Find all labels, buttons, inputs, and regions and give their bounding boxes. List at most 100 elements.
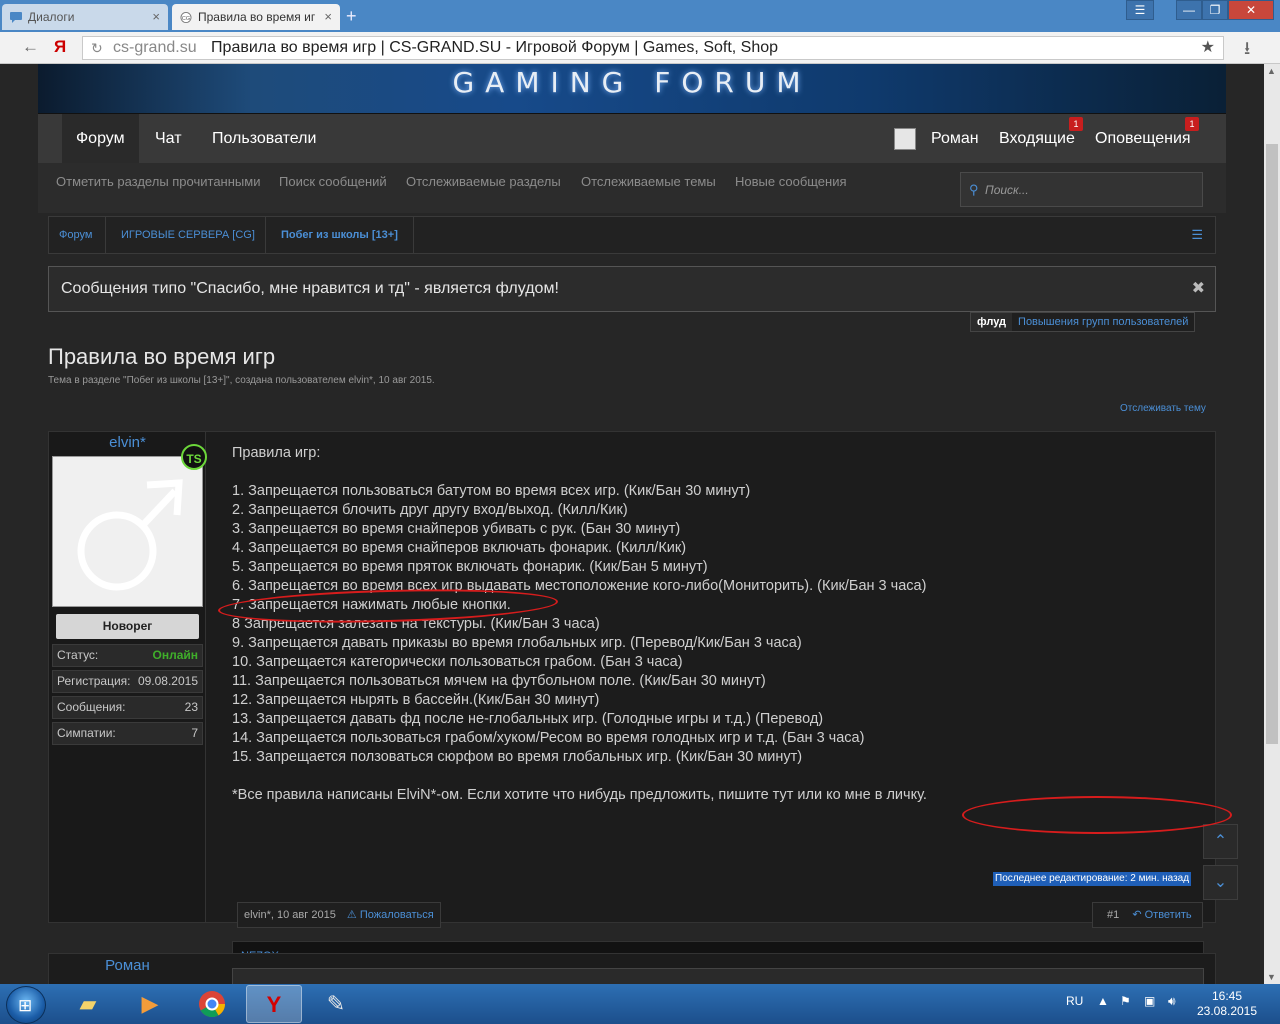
main-nav: Форум Чат Пользователи Роман Входящие 1 … [38, 113, 1226, 164]
male-symbol-icon [77, 479, 183, 591]
nav-alerts[interactable]: Оповещения [1095, 114, 1191, 164]
search-placeholder: Поиск... [985, 183, 1029, 197]
post-date[interactable]: elvin*, 10 авг 2015 [244, 909, 336, 921]
search-icon: ⚲ [969, 182, 979, 197]
subnav-mark-read[interactable]: Отметить разделы прочитанными [56, 174, 260, 189]
show-hidden-icons-icon[interactable]: ▲ [1097, 994, 1109, 1008]
nav-users[interactable]: Пользователи [212, 114, 316, 164]
subnav-search-messages[interactable]: Поиск сообщений [279, 174, 387, 189]
tab-rules[interactable]: CG Правила во время иг × [172, 4, 340, 30]
yandex-browser-icon[interactable]: Y [246, 985, 302, 1023]
breadcrumb-game-servers[interactable]: ИГРОВЫЕ СЕРВЕРА [CG] [121, 217, 255, 253]
address-bar: ← Я ↻ cs-grand.su Правила во время игр |… [0, 32, 1280, 64]
stat-likes: Симпатии: 7 [52, 722, 203, 745]
notice-text: Сообщения типо "Спасибо, мне нравится и … [61, 280, 559, 297]
subnav-watched-threads[interactable]: Отслеживаемые темы [581, 174, 716, 189]
browser-menu-button[interactable]: ☰ [1126, 0, 1154, 20]
explorer-icon[interactable]: ▰ [60, 985, 116, 1023]
downloads-icon[interactable]: ⭳ [1244, 36, 1250, 66]
breadcrumb: Форум ИГРОВЫЕ СЕРВЕРА [CG] Побег из школ… [48, 216, 1216, 254]
chrome-icon[interactable] [184, 985, 240, 1023]
scroll-up-button[interactable]: ⌃ [1203, 824, 1238, 859]
site-banner[interactable]: GAMING FORUM [38, 64, 1226, 113]
tab-label: Диалоги [28, 10, 75, 24]
alerts-count-badge: 1 [1185, 117, 1199, 131]
stat-value: 09.08.2015 [137, 674, 198, 688]
nav-forum[interactable]: Форум [62, 114, 139, 164]
stat-status: Статус: Онлайн [52, 644, 203, 667]
chat-icon [10, 12, 22, 23]
taskbar: ⊞ ▰ ▶ Y ✎ RU ▲ ⚑ ▣ 🔊︎ 16:45 23.08.2015 [0, 984, 1280, 1024]
back-arrow-icon[interactable]: ← [22, 37, 39, 57]
new-tab-button[interactable]: + [346, 6, 357, 27]
reload-icon[interactable]: ↻ [91, 37, 103, 59]
editor-toolbar[interactable] [232, 968, 1204, 984]
action-center-flag-icon[interactable]: ⚑ [1120, 994, 1131, 1008]
user-rank-badge: Новорег [56, 614, 199, 639]
reply-arrow-icon: ↶ [1132, 909, 1142, 921]
maximize-button[interactable]: ❐ [1202, 0, 1228, 20]
clock-date: 23.08.2015 [1196, 1004, 1258, 1018]
account-avatar[interactable] [894, 128, 916, 150]
url-input[interactable]: ↻ cs-grand.su Правила во время игр | CS-… [82, 36, 1224, 60]
rule-item: 2. Запрещается блочить друг другу вход/в… [232, 502, 628, 518]
scroll-down-button[interactable]: ⌄ [1203, 865, 1238, 900]
start-button[interactable]: ⊞ [6, 986, 46, 1024]
system-clock[interactable]: 16:45 23.08.2015 [1196, 989, 1258, 1019]
nav-inbox[interactable]: Входящие [999, 114, 1075, 164]
report-label: Пожаловаться [359, 909, 434, 921]
media-player-icon[interactable]: ▶ [122, 985, 178, 1023]
rule-item: 15. Запрещается ползоваться сюрфом во вр… [232, 749, 803, 765]
url-host: cs-grand.su [113, 39, 197, 56]
nav-chat[interactable]: Чат [155, 114, 182, 164]
stat-value: 7 [191, 726, 198, 740]
network-icon[interactable]: ▣ [1144, 994, 1155, 1008]
nav-account[interactable]: Роман [931, 114, 979, 164]
breadcrumb-separator [413, 217, 414, 253]
bookmark-star-icon[interactable]: ★ [1201, 37, 1215, 59]
tag-flood[interactable]: флуд [971, 313, 1013, 331]
search-input[interactable]: ⚲ Поиск... [960, 172, 1203, 207]
subnav-new-posts[interactable]: Новые сообщения [735, 174, 847, 189]
page-scrollbar[interactable]: ▲ ▼ [1264, 64, 1280, 984]
close-tab-icon[interactable]: × [152, 9, 160, 24]
web-page: GAMING FORUM Форум Чат Пользователи Рома… [0, 64, 1264, 984]
reply-label: Ответить [1144, 909, 1192, 921]
post-number[interactable]: #1 [1107, 909, 1119, 921]
tab-dialogs[interactable]: Диалоги × [2, 4, 168, 30]
close-tab-icon[interactable]: × [324, 9, 332, 24]
paint-icon[interactable]: ✎ [308, 985, 364, 1023]
scrollbar-thumb[interactable] [1266, 144, 1278, 744]
stat-label: Сообщения: [57, 700, 126, 714]
stat-value: Онлайн [152, 648, 198, 662]
scroll-up-arrow-icon[interactable]: ▲ [1267, 66, 1276, 76]
breadcrumb-menu-icon[interactable]: ☰ [1191, 227, 1203, 243]
watch-thread-link[interactable]: Отслеживать тему [1120, 403, 1206, 414]
volume-icon[interactable]: 🔊︎ [1168, 994, 1176, 1009]
reply-author-name[interactable]: Роман [49, 957, 206, 974]
inbox-count-badge: 1 [1069, 117, 1083, 131]
rule-item: 11. Запрещается пользоваться мячем на фу… [232, 673, 766, 689]
breadcrumb-current[interactable]: Побег из школы [13+] [281, 217, 398, 253]
minimize-button[interactable]: — [1176, 0, 1202, 20]
warning-icon: ⚠ [346, 909, 357, 921]
breadcrumb-separator [105, 217, 106, 253]
language-indicator[interactable]: RU [1066, 994, 1083, 1008]
thread-meta: Тема в разделе "Побег из школы [13+]", с… [48, 375, 435, 386]
tag-group-promotions[interactable]: Повышения групп пользователей [1012, 313, 1194, 331]
close-icon[interactable]: ✖ [1192, 267, 1205, 311]
breadcrumb-forum[interactable]: Форум [59, 217, 92, 253]
yandex-logo-icon[interactable]: Я [54, 37, 66, 57]
chrome-logo [199, 991, 226, 1018]
report-link[interactable]: ⚠ Пожаловаться [347, 909, 434, 921]
scroll-down-arrow-icon[interactable]: ▼ [1267, 972, 1276, 982]
subnav-watched-forums[interactable]: Отслеживаемые разделы [406, 174, 561, 189]
stat-label: Регистрация: [57, 674, 131, 688]
avatar[interactable] [52, 456, 203, 607]
close-window-button[interactable]: ✕ [1228, 0, 1274, 20]
page-title: Правила во время игр [48, 344, 276, 369]
reply-button[interactable]: ↶ Ответить [1132, 909, 1191, 921]
rule-item: 13. Запрещается давать фд после не-глоба… [232, 711, 824, 727]
post-meta: elvin*, 10 авг 2015 ⚠ Пожаловаться [237, 902, 441, 928]
